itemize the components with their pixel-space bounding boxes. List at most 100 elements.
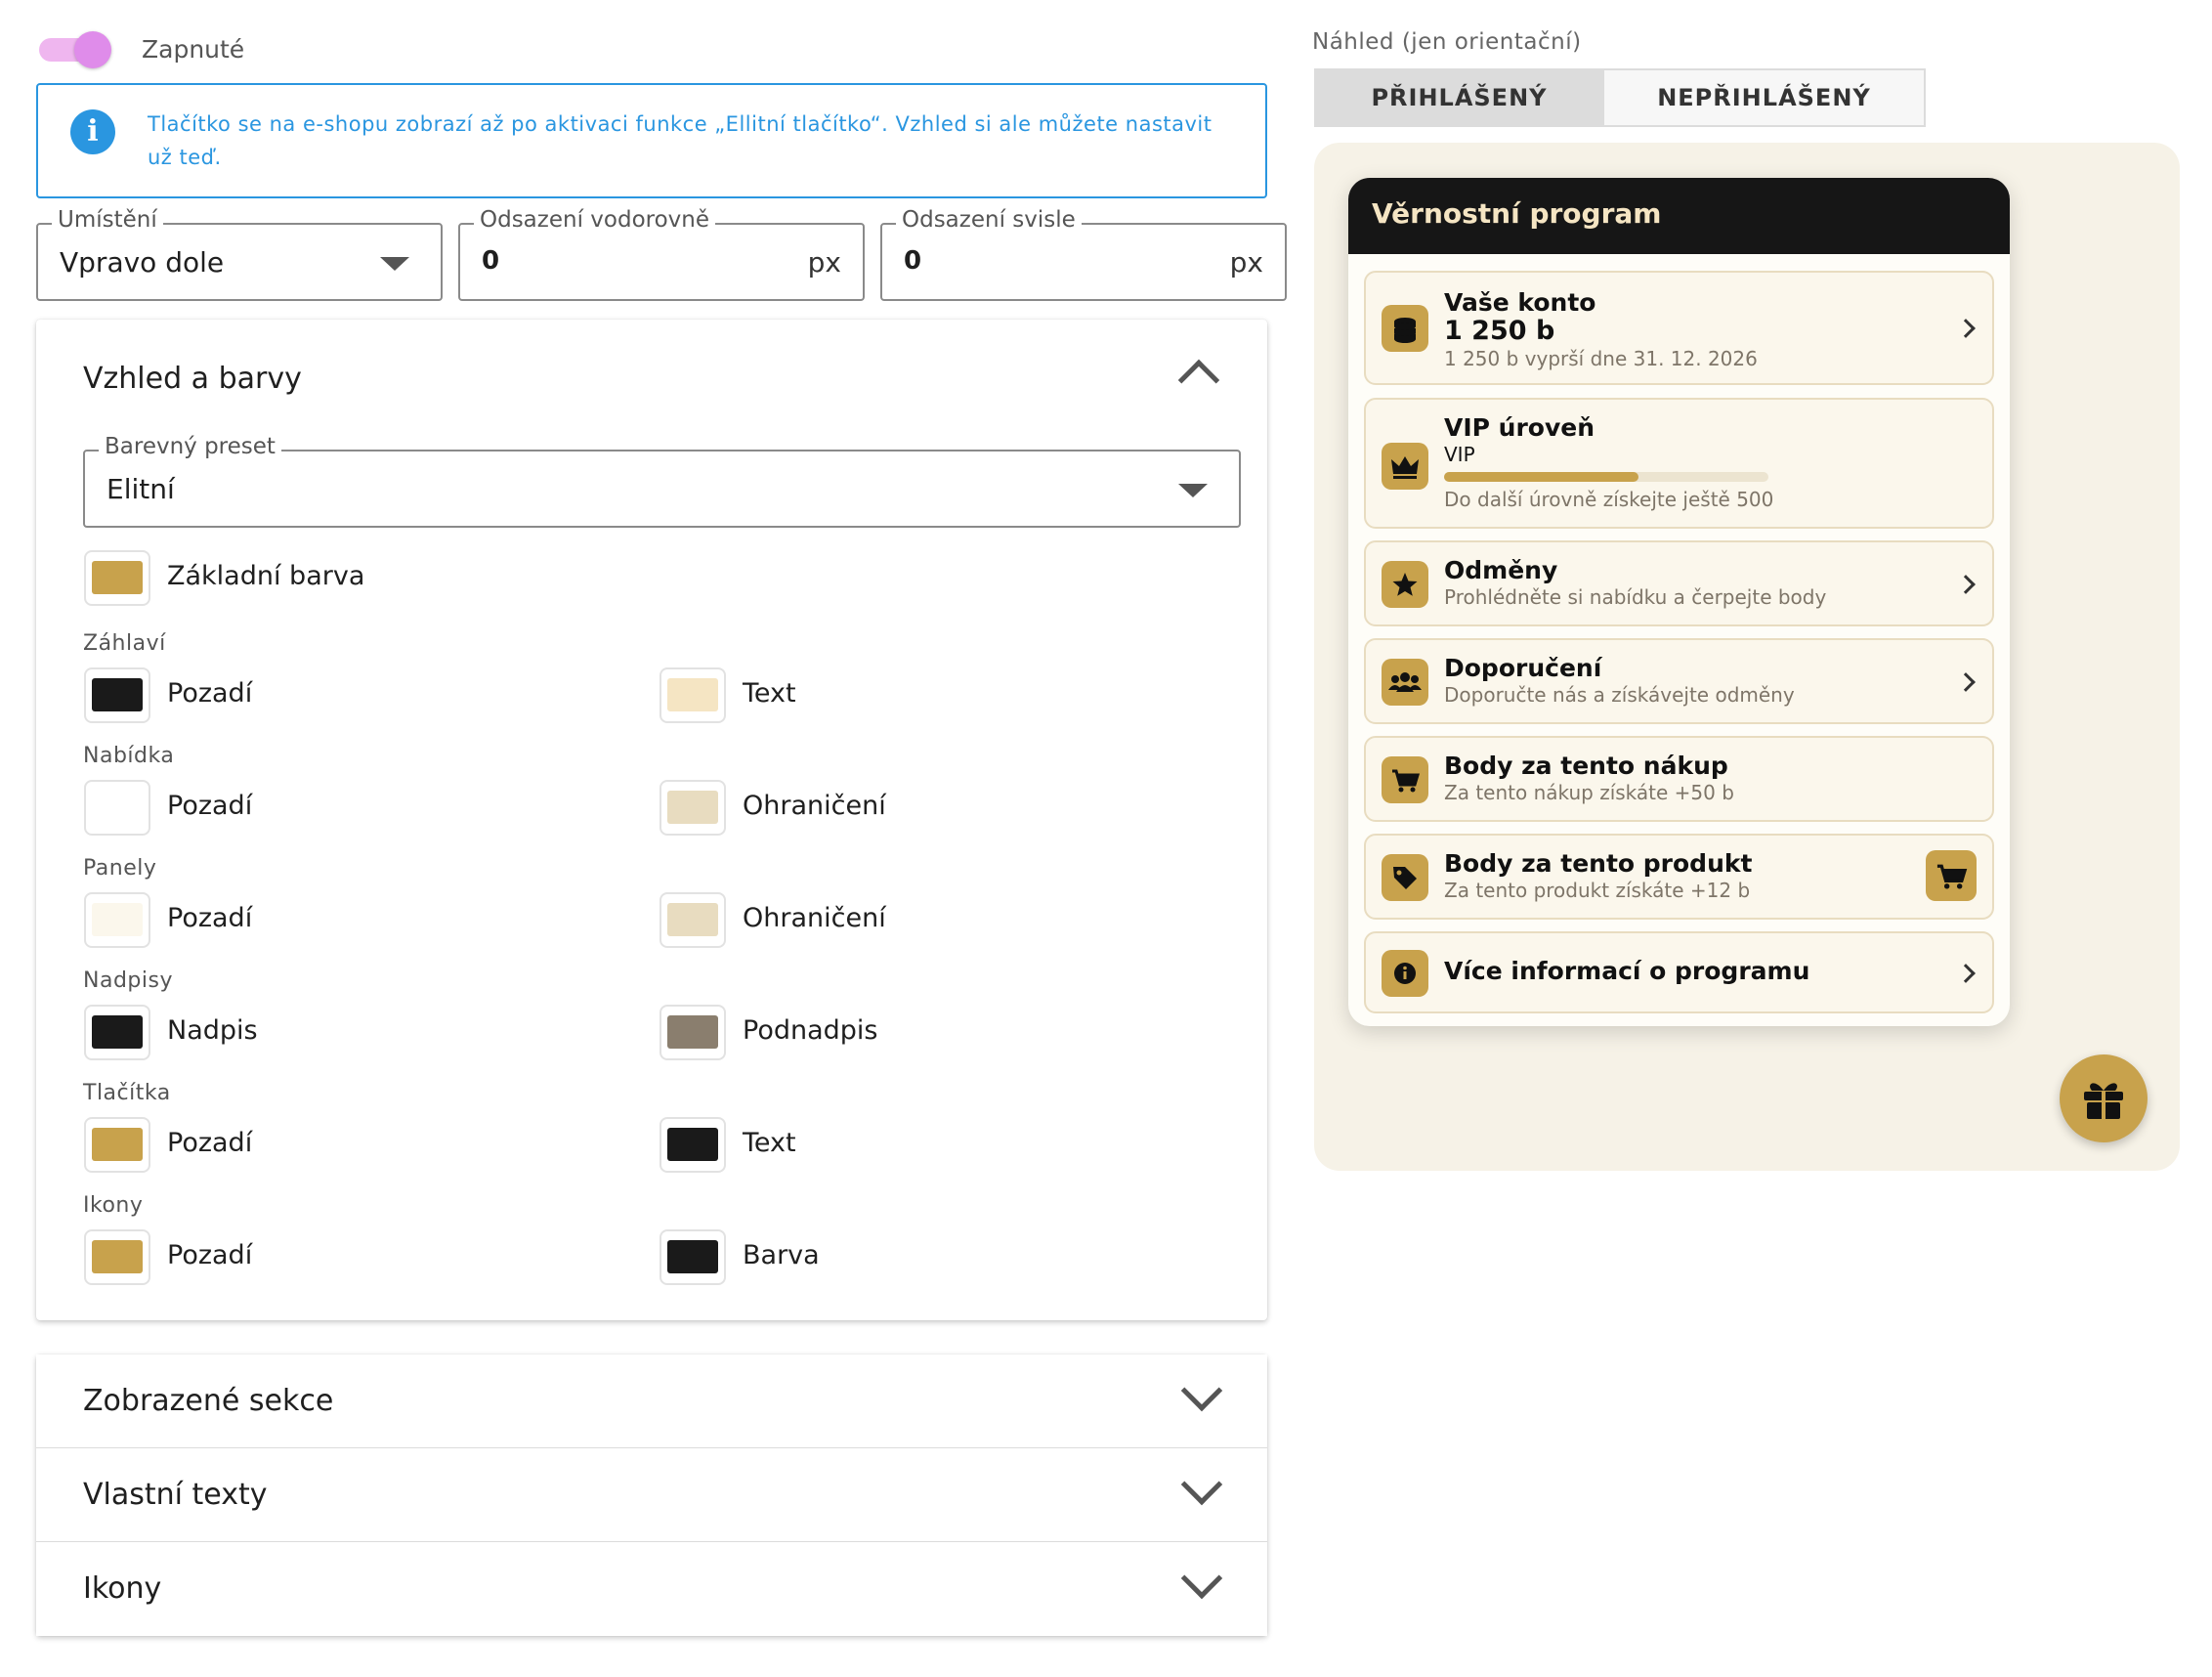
position-select[interactable]: Umístění Vpravo dole bbox=[36, 207, 443, 301]
card-title: Více informací o programu bbox=[1444, 957, 1810, 985]
chevron-down-icon bbox=[380, 257, 409, 271]
swatch-label: Nadpis bbox=[167, 1015, 258, 1046]
base-color-swatch[interactable] bbox=[84, 550, 150, 606]
group-label-header: Záhlaví bbox=[83, 631, 166, 656]
color-swatch[interactable] bbox=[659, 1005, 726, 1060]
swatch-label: Pozadí bbox=[167, 1128, 253, 1158]
widget-title: Věrnostní program bbox=[1372, 197, 1662, 230]
card-subtitle: Prohlédněte si nabídku a čerpejte body bbox=[1444, 585, 1827, 609]
card-subtitle: Do další úrovně získejte ještě 500 bbox=[1444, 488, 1774, 511]
card-account[interactable]: Vaše konto 1 250 b 1 250 b vyprší dne 31… bbox=[1364, 271, 1994, 385]
base-color-label: Základní barva bbox=[167, 561, 365, 591]
swatch-fill bbox=[667, 1240, 718, 1273]
card-more-info[interactable]: Více informací o programu bbox=[1364, 931, 1994, 1013]
swatch-fill bbox=[667, 903, 718, 936]
card-subtitle: 1 250 b vyprší dne 31. 12. 2026 bbox=[1444, 347, 1758, 370]
color-swatch[interactable] bbox=[659, 1117, 726, 1173]
offset-horizontal-label: Odsazení vodorovně bbox=[474, 207, 715, 233]
enabled-toggle-knob[interactable] bbox=[74, 31, 111, 68]
swatch-fill bbox=[667, 1015, 718, 1049]
position-value: Vpravo dole bbox=[60, 246, 225, 279]
group-label-icons: Ikony bbox=[83, 1193, 144, 1218]
color-swatch[interactable] bbox=[84, 1005, 150, 1060]
info-icon: i bbox=[70, 109, 115, 154]
tag-icon bbox=[1382, 854, 1428, 901]
info-text: Tlačítko se na e-shopu zobrazí až po akt… bbox=[148, 112, 1212, 169]
swatch-fill bbox=[667, 678, 718, 711]
swatch-label: Pozadí bbox=[167, 791, 253, 821]
swatch-fill bbox=[92, 903, 143, 936]
accordion-title: Vlastní texty bbox=[83, 1478, 268, 1512]
color-swatch[interactable] bbox=[659, 780, 726, 836]
color-swatch[interactable] bbox=[84, 1117, 150, 1173]
color-swatch[interactable] bbox=[659, 667, 726, 723]
chevron-down-icon bbox=[1180, 1369, 1223, 1412]
crown-icon bbox=[1382, 443, 1428, 490]
card-rewards[interactable]: Odměny Prohlédněte si nabídku a čerpejte… bbox=[1364, 540, 1994, 626]
offset-horizontal-field[interactable]: Odsazení vodorovně 0 px bbox=[458, 207, 865, 301]
group-label-menu: Nabídka bbox=[83, 744, 175, 768]
chevron-right-icon bbox=[1956, 575, 1976, 594]
accordion-icons[interactable]: Ikony bbox=[36, 1542, 1267, 1636]
offset-vertical-unit: px bbox=[1229, 246, 1263, 279]
swatch-fill bbox=[92, 678, 143, 711]
group-label-buttons: Tlačítka bbox=[83, 1081, 171, 1105]
group-label-headings: Nadpisy bbox=[83, 968, 173, 993]
preview-label: Náhled (jen orientační) bbox=[1312, 29, 1582, 55]
chevron-right-icon bbox=[1956, 964, 1976, 983]
chevron-down-icon bbox=[1180, 1463, 1223, 1506]
offset-vertical-label: Odsazení svisle bbox=[896, 207, 1082, 233]
card-title: Vaše konto bbox=[1444, 288, 1596, 317]
swatch-label: Barva bbox=[743, 1240, 820, 1270]
offset-horizontal-unit: px bbox=[807, 246, 841, 279]
card-purchase-points: Body za tento nákup Za tento nákup získá… bbox=[1364, 736, 1994, 822]
swatch-fill bbox=[92, 1128, 143, 1161]
appearance-title[interactable]: Vzhled a barvy bbox=[83, 362, 302, 396]
tab-logged-in[interactable]: PŘIHLÁŠENÝ bbox=[1314, 68, 1604, 127]
offset-horizontal-value: 0 bbox=[482, 246, 500, 276]
swatch-label: Podnadpis bbox=[743, 1015, 878, 1046]
color-preset-value: Elitní bbox=[106, 473, 175, 505]
card-title: Odměny bbox=[1444, 556, 1558, 584]
swatch-label: Pozadí bbox=[167, 678, 253, 709]
swatch-fill bbox=[667, 791, 718, 824]
points-balance: 1 250 b bbox=[1444, 316, 1555, 346]
color-swatch[interactable] bbox=[84, 667, 150, 723]
swatch-fill bbox=[92, 1015, 143, 1049]
cart-icon bbox=[1936, 864, 1968, 889]
vip-progress-fill bbox=[1444, 472, 1639, 482]
swatch-label: Text bbox=[743, 678, 796, 709]
chevron-right-icon bbox=[1956, 672, 1976, 692]
accordion-custom-texts[interactable]: Vlastní texty bbox=[36, 1448, 1267, 1542]
swatch-label: Ohraničení bbox=[743, 903, 886, 933]
accordion-visible-sections[interactable]: Zobrazené sekce bbox=[36, 1354, 1267, 1448]
color-swatch[interactable] bbox=[84, 780, 150, 836]
base-color-fill bbox=[92, 561, 143, 594]
card-subtitle: Za tento nákup získáte +50 b bbox=[1444, 781, 1734, 804]
enabled-toggle-label: Zapnuté bbox=[142, 35, 245, 64]
card-referral[interactable]: Doporučení Doporučte nás a získávejte od… bbox=[1364, 638, 1994, 724]
group-label-panels: Panely bbox=[83, 856, 157, 881]
color-swatch[interactable] bbox=[659, 1229, 726, 1285]
offset-vertical-field[interactable]: Odsazení svisle 0 px bbox=[880, 207, 1287, 301]
card-vip[interactable]: VIP úroveň VIP Do další úrovně získejte … bbox=[1364, 398, 1994, 529]
color-preset-select[interactable]: Barevný preset Elitní bbox=[83, 434, 1241, 528]
color-swatch[interactable] bbox=[84, 1229, 150, 1285]
color-swatch[interactable] bbox=[659, 892, 726, 948]
add-to-cart-button[interactable] bbox=[1926, 850, 1977, 901]
loyalty-fab-button[interactable] bbox=[2060, 1054, 2148, 1142]
swatch-fill bbox=[667, 1128, 718, 1161]
tab-logged-out[interactable]: NEPŘIHLÁŠENÝ bbox=[1602, 68, 1926, 127]
accordion-title: Zobrazené sekce bbox=[83, 1384, 334, 1418]
swatch-label: Pozadí bbox=[167, 1240, 253, 1270]
vip-level: VIP bbox=[1444, 443, 1475, 466]
chevron-down-icon bbox=[1178, 484, 1208, 497]
card-title: Doporučení bbox=[1444, 654, 1602, 682]
card-title: Body za tento nákup bbox=[1444, 752, 1728, 780]
color-swatch[interactable] bbox=[84, 892, 150, 948]
position-label: Umístění bbox=[52, 207, 163, 233]
swatch-fill bbox=[92, 1240, 143, 1273]
widget-header: Věrnostní program bbox=[1348, 178, 2010, 254]
info-circle-icon bbox=[1382, 950, 1428, 997]
star-icon bbox=[1382, 561, 1428, 608]
